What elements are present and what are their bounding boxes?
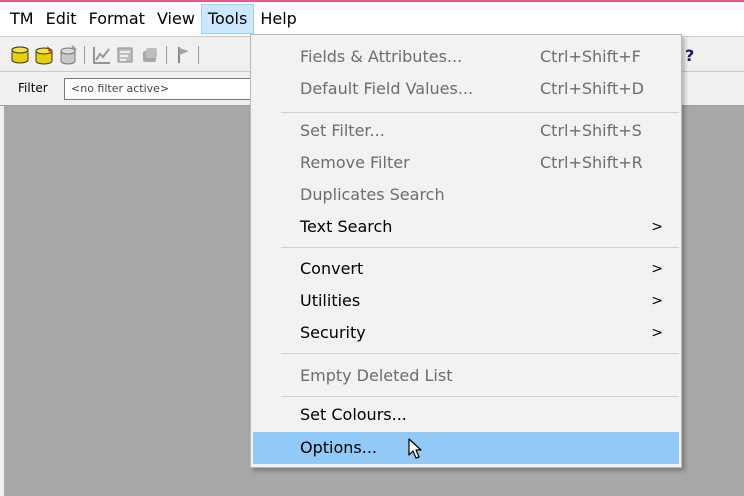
toolbar-separator bbox=[198, 46, 199, 64]
database-edit-icon[interactable] bbox=[34, 45, 54, 65]
chart-icon[interactable] bbox=[92, 45, 112, 65]
records-icon[interactable] bbox=[140, 45, 160, 65]
menu-separator bbox=[281, 247, 679, 248]
help-icon[interactable]: ? bbox=[681, 45, 701, 65]
menu-item-remove-filter[interactable]: Remove Filter Ctrl+Shift+R bbox=[253, 147, 679, 179]
menu-item-options[interactable]: Options... bbox=[253, 432, 679, 464]
menu-tm[interactable]: TM bbox=[0, 4, 40, 34]
database-open-icon[interactable] bbox=[10, 45, 30, 65]
filter-label: Filter bbox=[18, 81, 48, 95]
chevron-right-icon: > bbox=[651, 325, 663, 341]
menu-separator bbox=[281, 112, 679, 113]
menu-tools[interactable]: Tools bbox=[200, 4, 255, 34]
menu-help[interactable]: Help bbox=[254, 4, 302, 34]
menu-item-convert[interactable]: Convert > bbox=[253, 253, 679, 285]
form-icon[interactable] bbox=[116, 45, 136, 65]
tools-menu: Fields & Attributes... Ctrl+Shift+F Defa… bbox=[250, 34, 682, 468]
menu-separator bbox=[281, 396, 679, 397]
chevron-right-icon: > bbox=[651, 219, 663, 235]
menu-item-text-search[interactable]: Text Search > bbox=[253, 211, 679, 243]
menu-separator bbox=[281, 353, 679, 354]
menu-item-set-colours[interactable]: Set Colours... bbox=[253, 399, 679, 431]
menu-item-utilities[interactable]: Utilities > bbox=[253, 285, 679, 317]
menu-item-security[interactable]: Security > bbox=[253, 317, 679, 349]
menu-item-set-filter[interactable]: Set Filter... Ctrl+Shift+S bbox=[253, 115, 679, 147]
menu-item-duplicates-search[interactable]: Duplicates Search bbox=[253, 179, 679, 211]
menu-view[interactable]: View bbox=[151, 4, 201, 34]
chevron-right-icon: > bbox=[651, 293, 663, 309]
menu-edit[interactable]: Edit bbox=[40, 4, 83, 34]
menu-item-fields-attributes[interactable]: Fields & Attributes... Ctrl+Shift+F bbox=[253, 41, 679, 73]
menu-format[interactable]: Format bbox=[83, 4, 151, 34]
mouse-cursor-icon bbox=[408, 438, 422, 459]
svg-text:?: ? bbox=[685, 46, 694, 65]
database-delete-icon[interactable] bbox=[58, 45, 78, 65]
menu-item-default-field-values[interactable]: Default Field Values... Ctrl+Shift+D bbox=[253, 73, 679, 105]
toolbar-separator bbox=[166, 46, 167, 64]
toolbar-separator bbox=[84, 46, 85, 64]
chevron-right-icon: > bbox=[651, 261, 663, 277]
menubar: TM Edit Format View Tools Help bbox=[0, 0, 744, 36]
flag-icon[interactable] bbox=[174, 45, 194, 65]
workspace-edge bbox=[0, 106, 4, 496]
menu-item-empty-deleted-list[interactable]: Empty Deleted List bbox=[253, 360, 679, 392]
